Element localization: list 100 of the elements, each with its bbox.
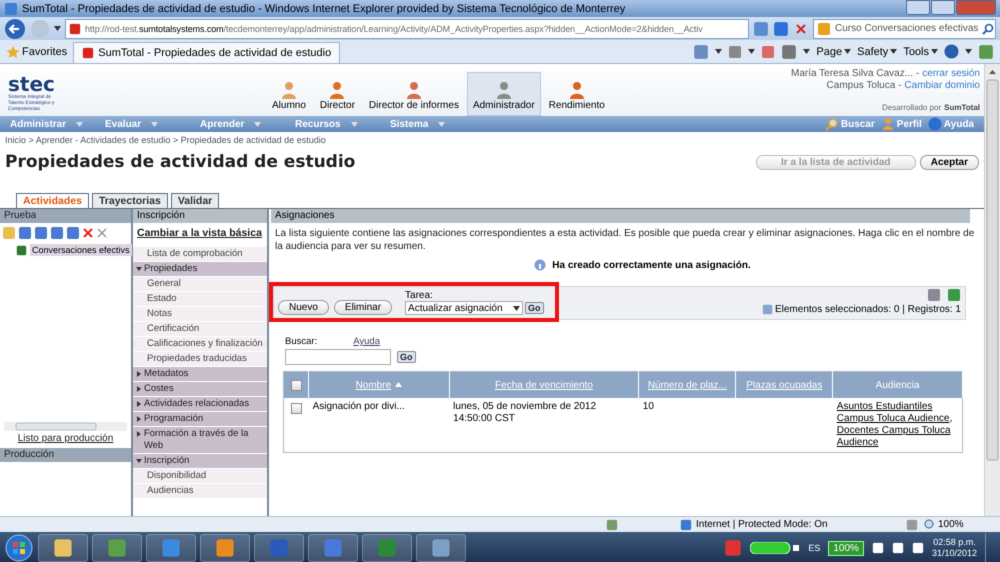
minimize-button[interactable] [906, 0, 930, 15]
info-icon [534, 259, 546, 271]
panel-header: Producción [0, 448, 131, 462]
nav-item[interactable]: Calificaciones y finalización [133, 337, 267, 352]
taskbar-app[interactable] [38, 534, 88, 562]
basic-view-link[interactable]: Cambiar a la vista básica [133, 223, 267, 247]
go-button[interactable]: Go [525, 302, 544, 314]
nav-item[interactable]: Disponibilidad [133, 469, 267, 484]
ready-link[interactable]: Listo para producción [0, 431, 131, 448]
taskbar-app[interactable] [308, 534, 358, 562]
caret-icon [136, 416, 142, 422]
table-cell: Asuntos Estudiantiles Campus Toluca Audience, Docentes Campus Toluca Audience [832, 398, 962, 452]
caret-icon [136, 386, 142, 392]
change-domain-link[interactable]: Cambiar dominio [904, 80, 980, 91]
history-caret-icon[interactable] [54, 26, 61, 31]
role-tab[interactable]: Director de informes [362, 72, 465, 116]
logout-link[interactable]: cerrar sesión [922, 68, 980, 79]
user-name: María Teresa Silva Cavaz... - [790, 68, 920, 79]
nav-item[interactable]: Propiedades traducidas [133, 352, 267, 367]
caret-icon [136, 401, 142, 407]
caret-icon [136, 458, 142, 464]
tree-item[interactable]: Conversaciones efectivs [30, 244, 132, 256]
role-tab[interactable]: Rendimiento [542, 72, 611, 116]
panel-header: Asignaciones [271, 209, 970, 223]
nav-section[interactable]: Actividades relacionadas [133, 397, 267, 412]
caret-icon [513, 306, 520, 310]
browser-tab[interactable]: SumTotal - Propiedades de actividad de estudio [73, 42, 340, 63]
horizontal-scrollbar[interactable] [4, 422, 127, 431]
nav-item[interactable]: General [133, 277, 267, 292]
powered-by-label: Desarrollado por [882, 103, 942, 112]
clock[interactable]: 02:58 p.m. 31/10/2012 [932, 537, 977, 559]
caret-icon[interactable] [715, 49, 722, 54]
table-cell: 10 [638, 398, 736, 452]
domain-label: Campus Toluca - [826, 80, 902, 91]
description: La lista siguiente contiene las asignaciones correspondientes a esta actividad. Es posible que pueda crear y eliminar asignaciones. Haga clic en el nombre de la audiencia para ver su resumen. [274, 227, 976, 253]
taskbar-app[interactable] [92, 534, 142, 562]
command-menu[interactable]: Tools [903, 46, 938, 58]
role-tab[interactable]: Director [314, 72, 361, 116]
caret-icon[interactable] [965, 49, 972, 54]
nav-item[interactable]: Certificación [133, 322, 267, 337]
caret-icon [438, 122, 446, 126]
nav-section[interactable]: Propiedades [133, 262, 267, 277]
nav-item[interactable]: Notas [133, 307, 267, 322]
select-all-checkbox[interactable] [290, 380, 302, 390]
search-label: Buscar: [285, 336, 318, 347]
task-dropdown[interactable]: Actualizar asignación [405, 301, 524, 315]
help-link[interactable]: Ayuda [353, 336, 380, 347]
caret-icon [136, 431, 142, 437]
search-field[interactable]: Curso Conversaciones efectivas [813, 18, 996, 38]
maximize-button[interactable] [931, 0, 955, 15]
nav-item[interactable]: Lista de comprobación [133, 247, 267, 262]
search-icon [824, 117, 839, 131]
favorites-button[interactable]: Favorites [6, 44, 68, 58]
caret-icon[interactable] [803, 49, 810, 54]
command-menu[interactable]: Safety [857, 46, 898, 58]
person-icon [880, 117, 895, 131]
start-button[interactable] [4, 533, 34, 562]
nav-item[interactable]: Estado [133, 292, 267, 307]
delete-icon[interactable] [82, 227, 94, 239]
caret-icon[interactable] [748, 49, 756, 54]
taskbar-app[interactable] [254, 534, 304, 562]
table-cell[interactable]: Asignación por divi... [308, 398, 450, 452]
zoom-icon [924, 519, 935, 530]
search-input[interactable] [285, 349, 391, 365]
search-icon[interactable] [982, 22, 994, 34]
tab[interactable]: Validar [170, 193, 220, 208]
sort-arrow-icon[interactable] [395, 382, 402, 388]
tab[interactable]: Actividades [16, 193, 89, 208]
caret-icon [844, 49, 852, 54]
brand-label: SumTotal [944, 103, 980, 112]
network-icon[interactable] [750, 542, 800, 554]
address-field[interactable]: http://rod-test.sumtotalsystems.com/tecdemonterrey/app/administration/Learning/Activity/ADM_ActivityProperties.aspx?hidden__ActionMode=2&hidden__Activ [65, 18, 749, 38]
go-button[interactable]: Go [397, 351, 416, 363]
window-title: SumTotal - Propiedades de actividad de estudio - Windows Internet Explorer provided by Sistema Tecnológico de Monterrey [22, 2, 626, 14]
role-tab[interactable]: Alumno [266, 72, 312, 116]
row-checkbox[interactable] [290, 403, 302, 414]
taskbar-app[interactable] [200, 534, 250, 562]
taskbar-app[interactable] [416, 534, 466, 562]
nav-section[interactable]: Inscripción [133, 454, 267, 469]
role-tab[interactable]: Administrador [466, 72, 541, 116]
battery-indicator[interactable]: 100% [828, 540, 864, 556]
command-menu[interactable]: Page [816, 46, 852, 58]
task-label: Tarea: [405, 290, 434, 301]
header-button[interactable]: Aceptar [920, 154, 979, 170]
back-button[interactable] [4, 18, 26, 40]
vertical-scrollbar[interactable] [984, 64, 1000, 516]
nav-section[interactable]: Metadatos [133, 367, 267, 382]
record-count: Elementos seleccionados: 0 | Registros: 1 [774, 304, 961, 315]
zoom-control[interactable]: 100% [924, 519, 994, 530]
toolbar-button[interactable]: Eliminar [334, 300, 392, 315]
nav-item[interactable]: Audiencias [133, 484, 267, 499]
nav-section[interactable]: Formación a través de la Web [133, 427, 267, 454]
tab[interactable]: Trayectorias [92, 193, 168, 208]
taskbar-app[interactable] [146, 534, 196, 562]
taskbar-app[interactable] [362, 534, 412, 562]
remove-icon[interactable] [96, 227, 108, 239]
toolbar-button[interactable]: Nuevo [278, 300, 329, 315]
nav-section[interactable]: Costes [133, 382, 267, 397]
language-indicator[interactable]: ES [808, 543, 820, 553]
nav-section[interactable]: Programación [133, 412, 267, 427]
